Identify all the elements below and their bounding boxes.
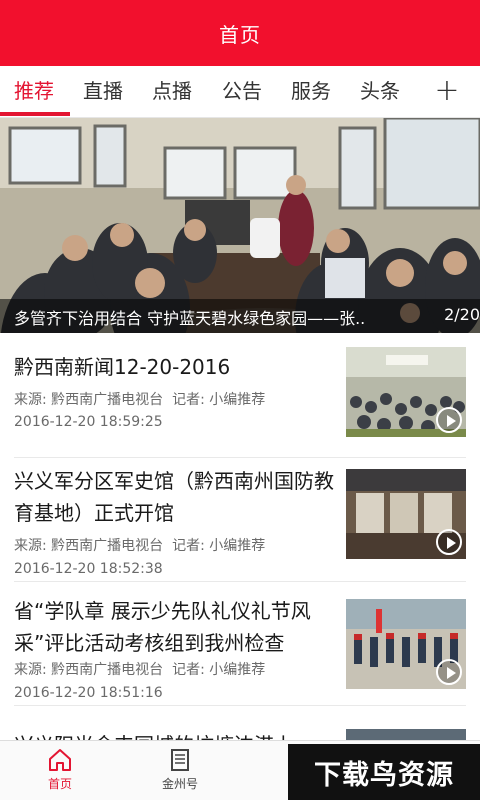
- news-source: 来源: 黔西南广播电视台: [14, 538, 164, 554]
- nav-home[interactable]: 首页: [0, 741, 120, 800]
- tab-notice[interactable]: 公告: [222, 66, 262, 116]
- play-icon: [436, 659, 462, 685]
- watermark-text: 下载鸟资源: [314, 759, 454, 791]
- list-divider: [14, 581, 466, 582]
- list-divider: [14, 705, 466, 706]
- banner-page-counter: 2/20: [444, 305, 480, 324]
- news-source-reporter: 来源: 黔西南广播电视台 记者: 小编推荐: [14, 536, 265, 556]
- news-item[interactable]: 黔西南新闻12-20-2016 来源: 黔西南广播电视台 记者: 小编推荐 20…: [0, 333, 480, 453]
- news-item[interactable]: 兴义军分区军史馆（黔西南州国防教育基地）正式开馆 来源: 黔西南广播电视台 记者…: [0, 459, 480, 579]
- channel-tabs: 推荐 直播 点播 公告 服务 头条 +: [0, 66, 480, 118]
- page-title: 首页: [219, 22, 261, 47]
- tab-live[interactable]: 直播: [83, 66, 123, 116]
- banner-caption: 多管齐下治用结合 守护蓝天碧水绿色家园——张.. 2/20: [0, 299, 480, 333]
- news-thumbnail[interactable]: [346, 469, 466, 559]
- banner-title[interactable]: 多管齐下治用结合 守护蓝天碧水绿色家园——张..: [14, 305, 419, 329]
- news-reporter: 记者: 小编推荐: [172, 538, 266, 554]
- play-icon: [436, 529, 462, 555]
- home-icon: [49, 749, 71, 771]
- news-source: 来源: 黔西南广播电视台: [14, 662, 164, 678]
- news-title[interactable]: 兴义军分区军史馆（黔西南州国防教育基地）正式开馆: [14, 465, 334, 529]
- app-header: 首页: [0, 0, 480, 66]
- list-divider: [14, 457, 466, 458]
- add-channel-button[interactable]: +: [430, 66, 464, 116]
- nav-home-label: 首页: [47, 777, 72, 791]
- news-source-reporter: 来源: 黔西南广播电视台 记者: 小编推荐: [14, 660, 265, 680]
- tab-recommend[interactable]: 推荐: [14, 66, 54, 116]
- tab-service[interactable]: 服务: [291, 66, 331, 116]
- news-thumbnail[interactable]: [346, 347, 466, 437]
- watermark-logo: 下载鸟资源: [288, 744, 480, 800]
- news-title[interactable]: 省“学队章 展示少先队礼仪礼节风采”评比活动考核组到我州检查: [14, 595, 334, 659]
- news-reporter: 记者: 小编推荐: [172, 392, 266, 408]
- news-thumbnail[interactable]: [346, 599, 466, 689]
- news-time: 2016-12-20 18:51:16: [14, 685, 163, 701]
- news-source-reporter: 来源: 黔西南广播电视台 记者: 小编推荐: [14, 390, 265, 410]
- active-tab-indicator: [0, 112, 70, 116]
- news-time: 2016-12-20 18:59:25: [14, 414, 163, 430]
- news-time: 2016-12-20 18:52:38: [14, 561, 163, 577]
- news-reporter: 记者: 小编推荐: [172, 662, 266, 678]
- nav-jinzhou-label: 金州号: [161, 777, 198, 791]
- news-title[interactable]: 黔西南新闻12-20-2016: [14, 351, 334, 383]
- news-item[interactable]: 省“学队章 展示少先队礼仪礼节风采”评比活动考核组到我州检查 来源: 黔西南广播…: [0, 583, 480, 703]
- nav-jinzhou[interactable]: 金州号: [120, 741, 240, 800]
- play-icon: [436, 407, 462, 433]
- news-source: 来源: 黔西南广播电视台: [14, 392, 164, 408]
- newspaper-icon: [171, 749, 189, 771]
- banner-carousel[interactable]: 多管齐下治用结合 守护蓝天碧水绿色家园——张.. 2/20: [0, 118, 480, 333]
- tab-vod[interactable]: 点播: [152, 66, 192, 116]
- tab-headlines[interactable]: 头条: [360, 66, 400, 116]
